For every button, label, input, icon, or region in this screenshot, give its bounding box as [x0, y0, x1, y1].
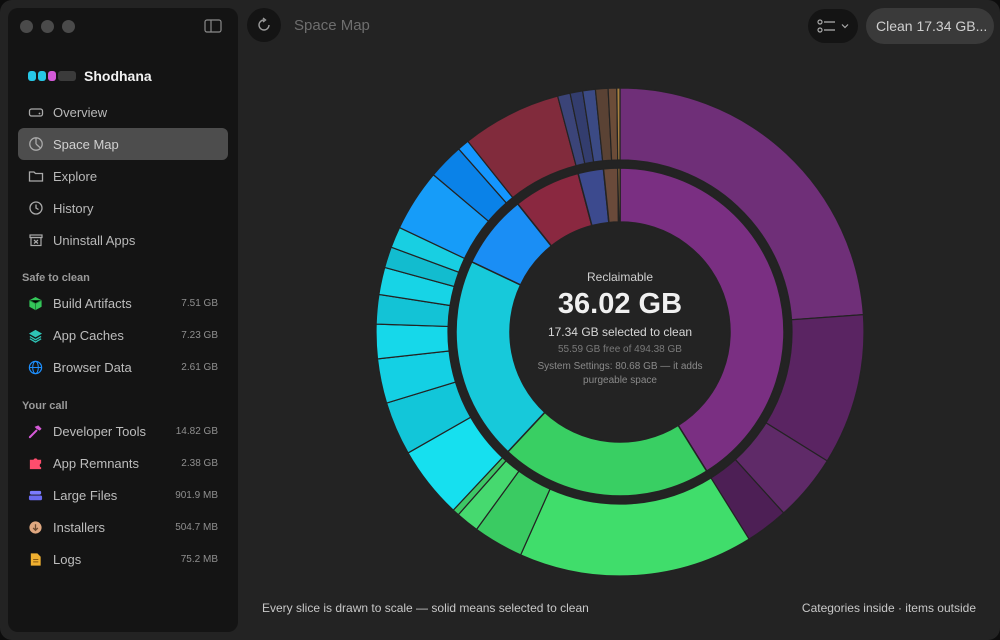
category-size: 504.7 MB — [175, 521, 218, 533]
refresh-icon — [258, 17, 270, 31]
main-nav: Overview Space Map Explore History Unins… — [18, 96, 228, 256]
category-size: 7.23 GB — [181, 329, 218, 341]
selected-to-clean: 17.34 GB selected to clean — [547, 325, 693, 339]
minimize-window-button[interactable] — [41, 20, 54, 33]
log-icon — [30, 552, 41, 566]
nav-item-label: Explore — [53, 168, 98, 184]
sidebar-toggle-icon[interactable] — [204, 19, 222, 33]
close-window-button[interactable] — [20, 20, 33, 33]
chevron-down-icon — [841, 24, 849, 29]
sidebar: Shodhana Overview Space Map Explore Hist… — [8, 8, 238, 632]
nav-item-uninstall-apps[interactable]: Uninstall Apps — [18, 224, 228, 256]
list-icon — [817, 19, 835, 33]
stack-icon — [28, 490, 43, 500]
zoom-window-button[interactable] — [62, 20, 75, 33]
inner-slice-logs[interactable] — [617, 167, 621, 223]
nav-item-label: Overview — [53, 104, 108, 120]
section-title-your-call: Your call — [22, 400, 68, 412]
footer-legend-right: Categories inside · items outside — [801, 601, 976, 615]
nav-item-label: Space Map — [53, 136, 119, 152]
layers-icon — [28, 329, 43, 343]
reclaimable-value: 36.02 GB — [557, 288, 683, 320]
download-icon — [29, 520, 42, 534]
window-controls — [20, 20, 75, 33]
category-size: 7.51 GB — [181, 297, 218, 309]
nav-item-label: Uninstall Apps — [53, 232, 136, 248]
your-call-category-list: Developer Tools 14.82 GB App Remnants 2.… — [18, 415, 228, 575]
history-icon — [29, 201, 43, 215]
category-app-remnants[interactable]: App Remnants 2.38 GB — [18, 447, 228, 479]
nav-item-label: History — [53, 200, 94, 216]
category-size: 2.38 GB — [181, 457, 218, 469]
category-label: Installers — [53, 519, 106, 535]
category-browser-data[interactable]: Browser Data 2.61 GB — [18, 351, 228, 383]
app-window: Shodhana Overview Space Map Explore Hist… — [0, 0, 1000, 640]
clean-button[interactable]: Clean 17.34 GB... — [866, 8, 994, 44]
cube-icon — [29, 296, 42, 310]
category-label: App Caches — [53, 327, 124, 343]
safe-category-list: Build Artifacts 7.51 GB App Caches 7.23 … — [18, 287, 228, 383]
category-large-files[interactable]: Large Files 901.9 MB — [18, 479, 228, 511]
category-size: 75.2 MB — [180, 553, 218, 565]
nav-item-explore[interactable]: Explore — [18, 160, 228, 192]
footer-legend-left: Every slice is drawn to scale — solid me… — [262, 601, 589, 615]
category-size: 901.9 MB — [175, 489, 218, 501]
category-size: 14.82 GB — [175, 425, 218, 437]
category-size: 2.61 GB — [181, 361, 218, 373]
nav-item-space-map[interactable]: Space Map — [18, 128, 228, 160]
nav-item-history[interactable]: History — [18, 192, 228, 224]
folder-icon — [28, 171, 44, 182]
uninstall-icon — [29, 234, 43, 247]
category-build-artifacts[interactable]: Build Artifacts 7.51 GB — [18, 287, 228, 319]
drive-icon — [28, 108, 44, 117]
view-options-button[interactable] — [808, 9, 858, 43]
category-installers[interactable]: Installers 504.7 MB — [18, 511, 228, 543]
brand-logo-icon — [28, 71, 76, 81]
category-label: Logs — [53, 551, 82, 567]
pie-icon — [29, 137, 43, 151]
outer-slice-logs-1[interactable] — [616, 88, 621, 161]
refresh-button[interactable] — [247, 8, 281, 42]
brand-name: Shodhana — [84, 68, 152, 84]
brand: Shodhana — [28, 68, 152, 84]
category-label: Developer Tools — [53, 423, 146, 439]
category-label: Large Files — [53, 487, 118, 503]
sunburst-center: Reclaimable 36.02 GB 17.34 GB selected t… — [520, 270, 720, 388]
category-app-caches[interactable]: App Caches 7.23 GB — [18, 319, 228, 351]
nav-item-overview[interactable]: Overview — [18, 96, 228, 128]
category-label: Build Artifacts — [53, 295, 132, 311]
category-developer-tools[interactable]: Developer Tools 14.82 GB — [18, 415, 228, 447]
system-settings-note: System Settings: 80.68 GB — it adds purg… — [537, 361, 703, 386]
page-title: Space Map — [294, 17, 370, 34]
globe-icon — [28, 360, 43, 374]
category-logs[interactable]: Logs 75.2 MB — [18, 543, 228, 575]
category-label: App Remnants — [53, 455, 139, 471]
section-title-safe: Safe to clean — [22, 272, 90, 284]
puzzle-icon — [29, 457, 42, 469]
reclaimable-label: Reclaimable — [586, 270, 654, 284]
hammer-icon — [28, 424, 42, 438]
category-label: Browser Data — [53, 359, 132, 375]
free-space: 55.59 GB free of 494.38 GB — [558, 344, 682, 355]
